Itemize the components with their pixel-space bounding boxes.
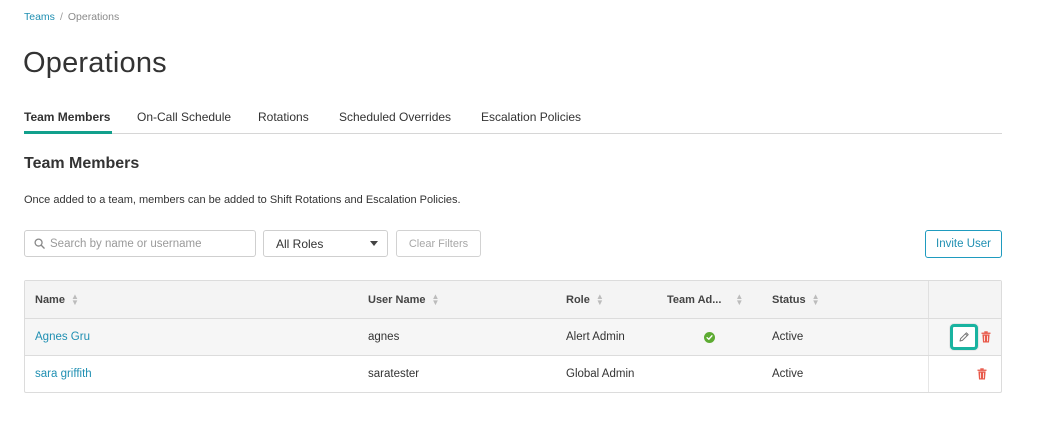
sort-icon: ▲ ▼ [70, 291, 79, 307]
column-header-username[interactable]: User Name ▲ ▼ [358, 281, 556, 318]
tab-on-call-schedule[interactable]: On-Call Schedule [137, 110, 231, 124]
active-tab-indicator [24, 131, 112, 134]
column-header-status[interactable]: Status ▲ ▼ [762, 281, 928, 318]
tab-team-members[interactable]: Team Members [24, 110, 110, 124]
column-header-actions [928, 281, 1001, 318]
chevron-down-icon [370, 241, 378, 246]
clear-filters-button[interactable]: Clear Filters [396, 230, 481, 257]
sort-icon: ▲ ▼ [811, 291, 820, 307]
table-header-row: Name ▲ ▼ User Name ▲ ▼ Role ▲ ▼ Team Ad... ▲ ▼ S… [25, 281, 1001, 318]
pencil-icon [959, 332, 969, 342]
member-username: agnes [368, 331, 400, 343]
member-name-link[interactable]: Agnes Gru [35, 331, 90, 343]
column-header-role[interactable]: Role ▲ ▼ [556, 281, 657, 318]
invite-user-button[interactable]: Invite User [925, 230, 1002, 258]
tab-scheduled-overrides[interactable]: Scheduled Overrides [339, 110, 451, 124]
section-title: Team Members [24, 155, 140, 172]
table-row: sara griffith saratester Global Admin Ac… [25, 355, 1001, 392]
breadcrumb-separator: / [59, 11, 63, 23]
member-name-link[interactable]: sara griffith [35, 368, 92, 380]
trash-icon [977, 368, 987, 380]
member-role: Alert Admin [566, 331, 625, 343]
member-username: saratester [368, 368, 420, 380]
member-status: Active [772, 368, 804, 380]
page-title: Operations [23, 47, 167, 79]
sort-icon: ▲ ▼ [735, 291, 744, 307]
check-circle-icon [704, 331, 715, 343]
tab-escalation-policies[interactable]: Escalation Policies [481, 110, 581, 124]
member-status: Active [772, 331, 804, 343]
column-header-name[interactable]: Name ▲ ▼ [25, 281, 358, 318]
breadcrumb-teams-link[interactable]: Teams [24, 11, 55, 23]
table-row: Agnes Gru agnes Alert Admin Active [25, 318, 1001, 355]
role-filter-value: All Roles [276, 236, 324, 251]
team-members-table: Name ▲ ▼ User Name ▲ ▼ Role ▲ ▼ Team Ad... ▲ ▼ S… [24, 280, 1002, 393]
delete-member-button[interactable] [977, 368, 987, 380]
breadcrumb-current: Operations [67, 11, 120, 23]
tab-bar: Team Members On-Call Schedule Rotations … [24, 104, 1002, 134]
team-admin-empty [657, 356, 762, 392]
search-field[interactable] [24, 230, 256, 257]
delete-member-button[interactable] [981, 331, 991, 343]
tab-rotations[interactable]: Rotations [258, 110, 309, 124]
search-icon [34, 238, 45, 249]
sort-icon: ▲ ▼ [595, 291, 604, 307]
edit-member-button[interactable] [950, 324, 978, 350]
sort-icon: ▲ ▼ [431, 291, 440, 307]
breadcrumb: Teams / Operations [24, 11, 119, 23]
role-filter-select[interactable]: All Roles [263, 230, 388, 257]
member-role: Global Admin [566, 368, 635, 380]
section-description: Once added to a team, members can be add… [24, 194, 461, 206]
trash-icon [981, 331, 991, 343]
search-input[interactable] [50, 237, 240, 250]
column-header-team-admin[interactable]: Team Ad... ▲ ▼ [657, 281, 762, 318]
